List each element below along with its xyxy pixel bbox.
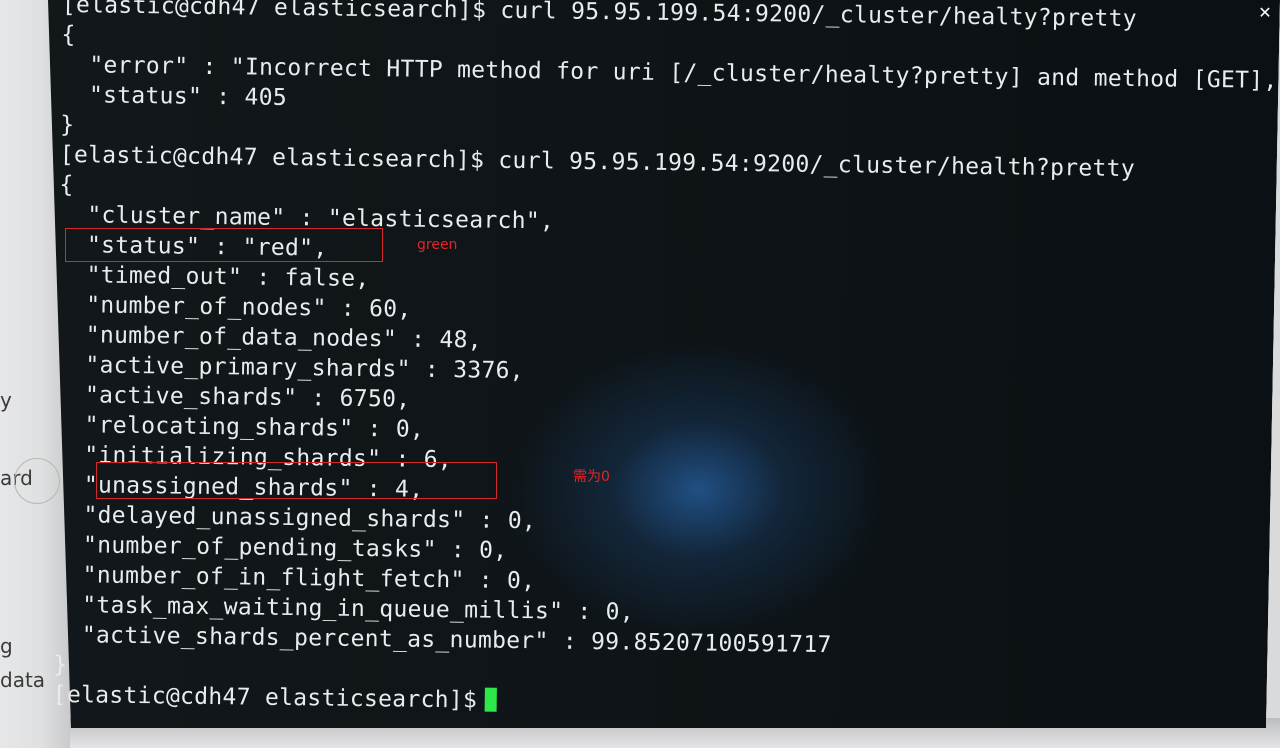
terminal-output[interactable]: [elastic@cdh47 elasticsearch]$ curl 95.9…: [53, 0, 1280, 726]
annotation-box-status: [65, 228, 383, 262]
terminal-prompt: [elastic@cdh47 elasticsearch]$: [52, 681, 478, 714]
background-fragment: y: [0, 388, 12, 412]
annotation-status-note: green: [417, 237, 458, 253]
background-fragment: data: [0, 668, 46, 692]
annotation-unassigned-note: 需为0: [573, 469, 610, 485]
terminal-cursor: [485, 687, 498, 712]
annotation-box-unassigned: [96, 462, 497, 499]
background-fragment: g: [0, 634, 13, 658]
close-icon[interactable]: ✕: [1256, 4, 1274, 22]
background-circle: [14, 458, 60, 504]
